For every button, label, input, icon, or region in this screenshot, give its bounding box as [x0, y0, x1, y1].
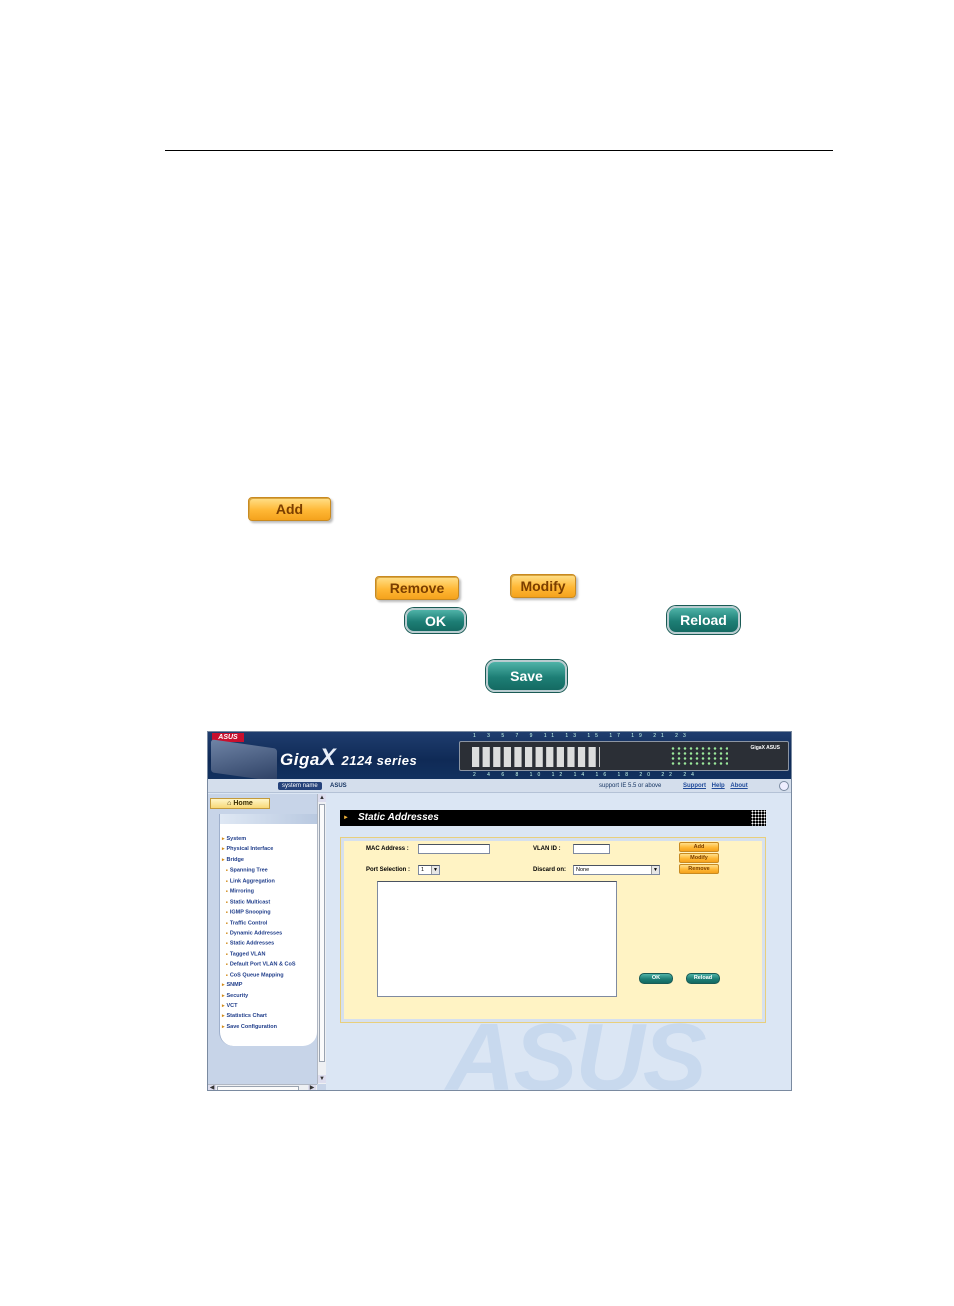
discard-on-label: Discard on:: [533, 867, 567, 873]
modify-button[interactable]: Modify: [510, 574, 576, 598]
mac-address-input[interactable]: [418, 844, 490, 854]
refresh-icon[interactable]: [779, 781, 789, 791]
sidebar: ⌂ Home System Physical Interface Bridge …: [208, 794, 326, 1090]
nav-item-mirroring[interactable]: Mirroring: [222, 886, 296, 896]
page-rule: [165, 150, 833, 151]
form-add-button[interactable]: Add: [679, 842, 719, 852]
support-link[interactable]: Support: [683, 783, 706, 789]
product-series: 2124 series: [341, 753, 418, 768]
sidebar-horizontal-scrollbar[interactable]: ◀ ▶: [208, 1084, 317, 1090]
reload-button[interactable]: Reload: [667, 606, 740, 634]
discard-on-value: None: [576, 867, 590, 873]
web-ui-screenshot: ASUS GigaX 2124 series 1 3 5 7 9 11 13 1…: [207, 731, 792, 1091]
form-reload-button[interactable]: Reload: [686, 973, 720, 984]
nav-item-physical-interface[interactable]: Physical Interface: [222, 844, 296, 854]
nav-item-static-addresses[interactable]: Static Addresses: [222, 938, 296, 948]
top-links: Support Help About: [683, 782, 752, 790]
port-selection-value: 1: [421, 867, 425, 873]
system-name-value: ASUS: [330, 783, 347, 789]
nav-item-bridge[interactable]: Bridge: [222, 855, 296, 865]
port-selection-label: Port Selection :: [366, 867, 411, 873]
scroll-up-icon[interactable]: ▲: [318, 794, 326, 802]
help-link[interactable]: Help: [712, 783, 725, 789]
bullet-icon: ►: [343, 815, 349, 821]
port-selection-select[interactable]: 1 ▼: [418, 865, 440, 875]
port-numbers-top: 1 3 5 7 9 11 13 15 17 19 21 23: [473, 733, 691, 739]
switch-image: [211, 739, 277, 782]
form-modify-button[interactable]: Modify: [679, 853, 719, 863]
section-title-text: Static Addresses: [358, 812, 439, 823]
nav-item-igmp-snooping[interactable]: IGMP Snooping: [222, 907, 296, 917]
nav-item-save-configuration[interactable]: Save Configuration: [222, 1022, 296, 1032]
nav-card-header: [220, 814, 318, 824]
nav-item-tagged-vlan[interactable]: Tagged VLAN: [222, 949, 296, 959]
title-decoration: [751, 810, 767, 826]
nav-item-traffic-control[interactable]: Traffic Control: [222, 918, 296, 928]
remove-button[interactable]: Remove: [375, 576, 459, 600]
product-x: X: [319, 744, 337, 771]
chevron-down-icon: ▼: [651, 866, 659, 874]
static-address-list[interactable]: [377, 881, 617, 997]
support-note: support IE 5.5 or above: [599, 783, 662, 789]
port-grid: [472, 747, 600, 767]
mac-address-label: MAC Address :: [366, 846, 409, 852]
form-remove-button[interactable]: Remove: [679, 864, 719, 874]
top-bar: system name ASUS support IE 5.5 or above…: [208, 779, 791, 793]
nav-item-snmp[interactable]: SNMP: [222, 980, 296, 990]
chevron-down-icon: ▼: [431, 866, 439, 874]
nav-menu: System Physical Interface Bridge Spannin…: [222, 834, 296, 1032]
led-grid: [670, 746, 728, 766]
asus-watermark: ASUS: [446, 1004, 707, 1091]
home-label: Home: [233, 800, 253, 807]
product-name: Giga: [280, 750, 320, 769]
nav-item-default-port-vlan-cos[interactable]: Default Port VLAN & CoS: [222, 959, 296, 969]
port-numbers-bottom: 2 4 6 8 10 12 14 16 18 20 22 24: [473, 772, 699, 778]
panel-brand: GigaX ASUS: [750, 745, 780, 751]
nav-item-vct[interactable]: VCT: [222, 1001, 296, 1011]
add-button[interactable]: Add: [248, 497, 331, 521]
section-title: ► Static Addresses: [340, 810, 767, 826]
form-ok-button[interactable]: OK: [639, 973, 673, 984]
scroll-left-icon[interactable]: ◀: [208, 1085, 216, 1090]
nav-item-dynamic-addresses[interactable]: Dynamic Addresses: [222, 928, 296, 938]
nav-item-statistics-chart[interactable]: Statistics Chart: [222, 1011, 296, 1021]
home-tab[interactable]: ⌂ Home: [210, 798, 270, 809]
nav-item-spanning-tree[interactable]: Spanning Tree: [222, 865, 296, 875]
system-name-label: system name: [278, 782, 322, 790]
switch-front-panel: GigaX ASUS: [459, 741, 789, 771]
save-button[interactable]: Save: [486, 660, 567, 692]
scroll-thumb[interactable]: [319, 804, 325, 1062]
scroll-right-icon[interactable]: ▶: [308, 1085, 316, 1090]
ok-button[interactable]: OK: [405, 608, 466, 633]
vlan-id-input[interactable]: [573, 844, 610, 854]
nav-item-static-multicast[interactable]: Static Multicast: [222, 897, 296, 907]
scroll-down-icon[interactable]: ▼: [318, 1075, 326, 1083]
nav-item-link-aggregation[interactable]: Link Aggregation: [222, 876, 296, 886]
discard-on-select[interactable]: None ▼: [573, 865, 660, 875]
vlan-id-label: VLAN ID :: [533, 846, 561, 852]
product-title: GigaX 2124 series: [280, 744, 417, 772]
nav-item-system[interactable]: System: [222, 834, 296, 844]
banner: ASUS GigaX 2124 series 1 3 5 7 9 11 13 1…: [208, 732, 791, 782]
about-link[interactable]: About: [730, 783, 747, 789]
nav-item-cos-queue-mapping[interactable]: CoS Queue Mapping: [222, 970, 296, 980]
sidebar-vertical-scrollbar[interactable]: ▲ ▼: [317, 794, 326, 1084]
static-address-form: MAC Address : VLAN ID : Port Selection :…: [340, 837, 766, 1023]
nav-item-security[interactable]: Security: [222, 991, 296, 1001]
main-content: ASUS ► Static Addresses MAC Address : VL…: [326, 794, 791, 1091]
scroll-h-thumb[interactable]: [217, 1086, 299, 1090]
